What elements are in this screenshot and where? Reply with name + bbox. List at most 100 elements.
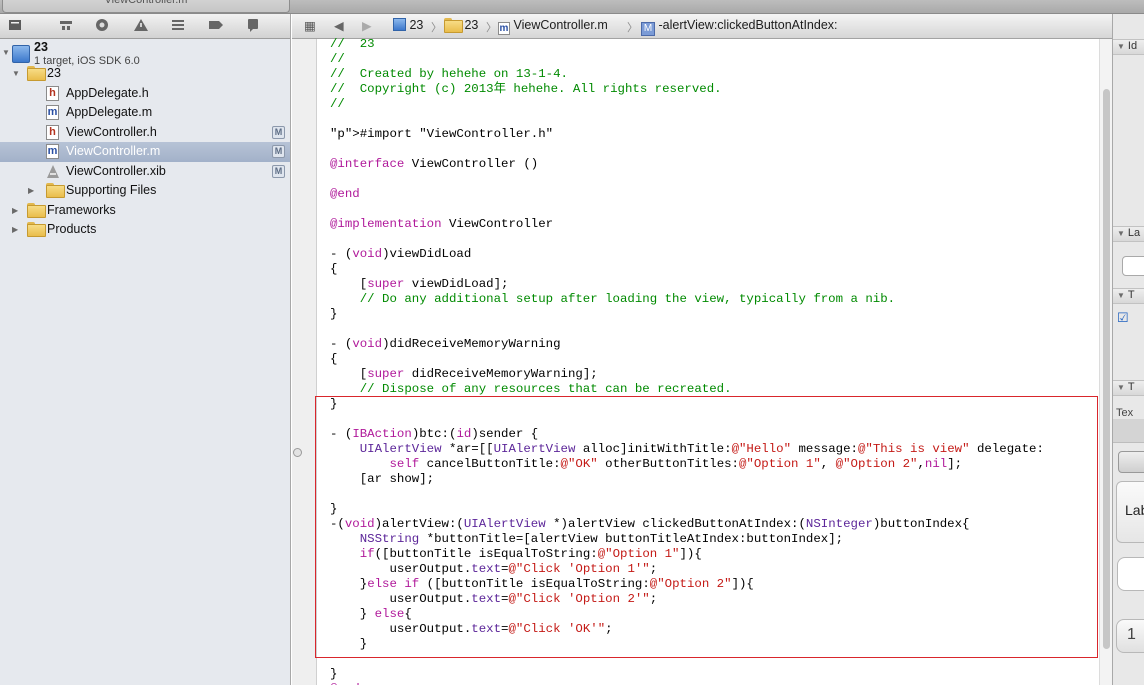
jump-bar: ▦ ◀ ▶ 23 〉 23 〉 m ViewController.m 〉 M -… [292, 14, 1112, 39]
library-filter-button[interactable] [1118, 451, 1144, 473]
chevron-right-icon: 〉 [431, 22, 442, 34]
log-navigator-icon[interactable] [245, 18, 263, 34]
utilities-pane: ▼Id ▼La ▼T ☑ ▼T Tex Lab 1 [1112, 14, 1144, 685]
line-gutter[interactable] [292, 39, 317, 685]
code-line[interactable]: // Copyright (c) 2013年 hehehe. All right… [330, 82, 1044, 97]
navigator-item[interactable]: ▶ Products [0, 220, 290, 240]
m-file-icon: m [498, 22, 510, 35]
text-field-object-tile[interactable] [1117, 557, 1144, 591]
vertical-scrollbar[interactable] [1099, 39, 1112, 685]
navigator-item-label: Supporting Files [66, 183, 157, 197]
related-files-icon[interactable]: ▦ [304, 18, 316, 33]
disclosure-closed-icon[interactable]: ▶ [12, 225, 21, 234]
folder-icon [444, 18, 463, 33]
scrollbar-thumb[interactable] [1103, 89, 1110, 649]
code-line[interactable] [330, 232, 1044, 247]
disclosure-closed-icon[interactable]: ▶ [12, 206, 21, 215]
section-label: T [1127, 381, 1135, 393]
text-section-header[interactable]: ▼ T [1113, 380, 1144, 396]
code-line[interactable]: // Do any additional setup after loading… [330, 292, 1044, 307]
disclosure-open-icon: ▼ [1117, 42, 1125, 51]
forward-arrow-icon[interactable]: ▶ [362, 18, 372, 33]
navigator-item[interactable]: ViewController.xib M [0, 162, 290, 182]
section-label: T [1127, 289, 1135, 301]
disclosure-open-icon: ▼ [1117, 229, 1125, 238]
folder-icon [27, 66, 46, 81]
debug-navigator-icon[interactable] [170, 18, 188, 34]
m-file-icon: m [46, 105, 59, 120]
label-section-header[interactable]: ▼ La [1113, 226, 1144, 242]
label-field[interactable] [1122, 256, 1144, 276]
modified-badge: M [272, 164, 285, 178]
navigator-item[interactable]: ▶ Frameworks [0, 201, 290, 221]
navigator-item[interactable]: m AppDelegate.m [0, 103, 290, 123]
code-line[interactable]: // Dispose of any resources that can be … [330, 382, 1044, 397]
issue-navigator-icon[interactable] [133, 18, 151, 34]
disclosure-open-icon[interactable]: ▼ [2, 48, 11, 57]
window-tab-strip: ViewController.m [0, 0, 1144, 14]
navigator-item[interactable]: ▼ 23 [0, 64, 290, 84]
label-object-tile[interactable]: Lab [1116, 481, 1144, 543]
breakpoint-navigator-icon[interactable] [208, 18, 226, 34]
code-line[interactable] [330, 112, 1044, 127]
navigator-item-label: 23 [47, 66, 61, 80]
jump-group-label: 23 [464, 18, 479, 32]
code-line[interactable]: - (void)viewDidLoad [330, 247, 1044, 262]
code-line[interactable]: } [330, 667, 1044, 682]
jump-project[interactable]: 23 [393, 18, 423, 32]
type-section-header[interactable]: ▼ T [1113, 288, 1144, 304]
code-line[interactable]: // [330, 52, 1044, 67]
project-name: 23 [34, 40, 48, 54]
navigator-item-label: Products [47, 222, 97, 236]
disclosure-open-icon: ▼ [1117, 383, 1125, 392]
navigator-item[interactable]: ▶ Supporting Files [0, 181, 290, 201]
code-line[interactable]: // Created by hehehe on 13-1-4. [330, 67, 1044, 82]
project-navigator-icon[interactable] [7, 18, 25, 34]
search-navigator-icon[interactable] [94, 18, 112, 34]
code-line[interactable]: @implementation ViewController [330, 217, 1044, 232]
xcode-project-icon [12, 45, 30, 63]
checkbox-checked-icon[interactable]: ☑ [1117, 310, 1129, 326]
symbol-navigator-icon[interactable] [58, 18, 76, 34]
navigator-item[interactable]: m ViewController.m M [0, 142, 290, 162]
method-icon: M [641, 22, 655, 36]
jump-method-label: -alertView:clickedButtonAtIndex: [658, 18, 838, 32]
code-line[interactable] [330, 142, 1044, 157]
navigator-item[interactable]: h ViewController.h M [0, 123, 290, 143]
code-line[interactable] [330, 172, 1044, 187]
code-line[interactable] [330, 322, 1044, 337]
code-line[interactable]: } [330, 307, 1044, 322]
code-line[interactable]: - (void)didReceiveMemoryWarning [330, 337, 1044, 352]
window-tab[interactable]: ViewController.m [2, 0, 290, 13]
code-line[interactable]: @end [330, 187, 1044, 202]
section-label: Id [1127, 40, 1138, 52]
navigator-item-label: AppDelegate.m [66, 105, 153, 119]
section-label: La [1127, 227, 1141, 239]
code-line[interactable]: // 23 [330, 37, 1044, 52]
h-file-icon: h [46, 124, 62, 140]
jump-file[interactable]: m ViewController.m [498, 18, 608, 35]
navigator-item[interactable]: h AppDelegate.h [0, 84, 290, 104]
code-line[interactable]: "p">#import "ViewController.h" [330, 127, 1044, 142]
code-line[interactable]: @interface ViewController () [330, 157, 1044, 172]
disclosure-closed-icon[interactable]: ▶ [28, 186, 37, 195]
code-line[interactable] [330, 202, 1044, 217]
breakpoint-marker-icon[interactable] [293, 448, 302, 457]
code-line[interactable]: [super didReceiveMemoryWarning]; [330, 367, 1044, 382]
chevron-right-icon: 〉 [627, 22, 638, 34]
object-library-bar [1113, 419, 1144, 443]
back-arrow-icon[interactable]: ◀ [334, 18, 344, 33]
jump-project-label: 23 [409, 18, 424, 32]
code-line[interactable]: { [330, 262, 1044, 277]
jump-group[interactable]: 23 [444, 18, 479, 33]
disclosure-open-icon[interactable]: ▼ [12, 69, 21, 78]
code-line[interactable]: [super viewDidLoad]; [330, 277, 1044, 292]
source-editor: ▦ ◀ ▶ 23 〉 23 〉 m ViewController.m 〉 M -… [292, 14, 1112, 685]
jump-method[interactable]: M -alertView:clickedButtonAtIndex: [641, 18, 838, 36]
code-line[interactable]: { [330, 352, 1044, 367]
identity-section-header[interactable]: ▼ Id [1113, 39, 1144, 55]
code-line[interactable]: // [330, 97, 1044, 112]
navigator-item-label: ViewController.h [66, 124, 157, 139]
annotation-highlight-box [315, 396, 1098, 658]
stepper-object-tile[interactable]: 1 [1116, 619, 1144, 653]
